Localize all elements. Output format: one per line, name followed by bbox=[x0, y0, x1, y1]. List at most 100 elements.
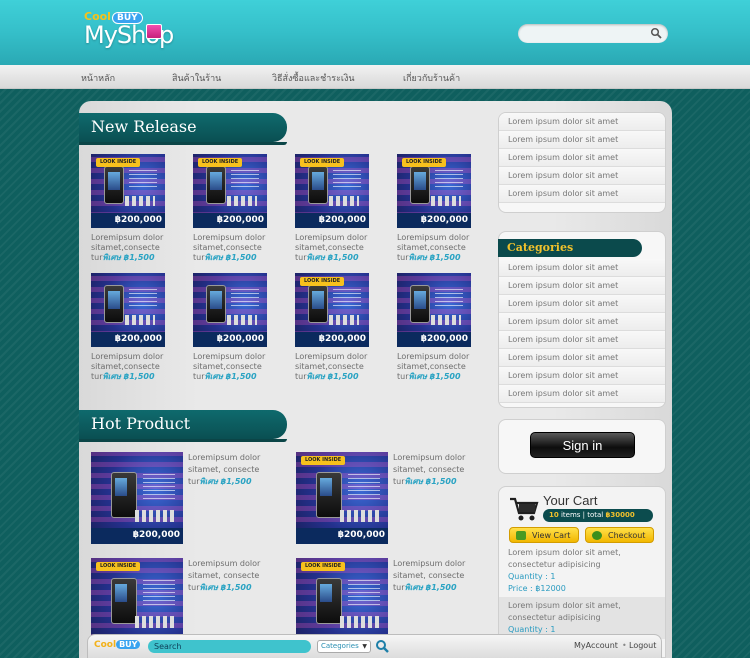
product-desc-line: sitamet,consecte bbox=[397, 362, 466, 371]
product-price-tag: ฿200,000 bbox=[397, 332, 471, 347]
cart-icon bbox=[510, 497, 539, 521]
category-item[interactable]: Lorem ipsum dolor sit amet bbox=[499, 277, 665, 295]
product-image[interactable]: LOOK INSIDE ฿200,000 bbox=[295, 273, 369, 347]
cart-summary-text: items | total bbox=[558, 511, 606, 519]
sidebar-link[interactable]: Lorem ipsum dolor sit amet bbox=[499, 113, 665, 131]
cart-summary: 10 items | total ฿30000 bbox=[543, 509, 653, 522]
product-sale-price: พิเศษ ฿1,500 bbox=[199, 477, 252, 486]
phone-graphic bbox=[111, 472, 137, 518]
cart-item-desc: consectetur adipisicing bbox=[508, 560, 601, 569]
money-icon bbox=[592, 531, 602, 540]
category-item[interactable]: Lorem ipsum dolor sit amet bbox=[499, 295, 665, 313]
product-image[interactable]: LOOK INSIDE ฿200,000 bbox=[296, 452, 388, 544]
category-item[interactable]: Lorem ipsum dolor sit amet bbox=[499, 367, 665, 385]
product-desc-line: Loremipsum dolor bbox=[393, 559, 466, 568]
product-image[interactable]: LOOK INSIDE ฿200,000 bbox=[295, 154, 369, 228]
search-input[interactable] bbox=[526, 26, 646, 41]
product-sale-price: พิเศษ ฿1,500 bbox=[404, 477, 457, 486]
phone-graphic bbox=[104, 285, 124, 323]
phone-graphic bbox=[308, 285, 328, 323]
product-desc-line: sitamet, consecte bbox=[188, 465, 260, 474]
product-desc-line: Loremipsum dolor bbox=[295, 233, 368, 242]
signin-button[interactable]: Sign in bbox=[530, 432, 635, 458]
product-sale-price: พิเศษ ฿1,500 bbox=[102, 372, 155, 381]
product-description: Loremipsum dolor sitamet,consecte turพิเ… bbox=[91, 352, 169, 382]
product-description: Loremipsum dolor sitamet,consecte turพิเ… bbox=[397, 233, 475, 263]
toolbar-logo-prefix: Cool bbox=[94, 640, 117, 650]
product-price-tag: ฿200,000 bbox=[91, 213, 165, 228]
sidebar-link[interactable]: Lorem ipsum dolor sit amet bbox=[499, 185, 665, 203]
product-desc-line: Loremipsum dolor bbox=[193, 233, 266, 242]
product-sale-price: พิเศษ ฿1,500 bbox=[204, 372, 257, 381]
product-sale-price: พิเศษ ฿1,500 bbox=[199, 583, 252, 592]
search-icon[interactable] bbox=[650, 27, 662, 39]
product-image[interactable]: LOOK INSIDE ฿200,000 bbox=[397, 154, 471, 228]
phone-graphic bbox=[206, 285, 226, 323]
category-item[interactable]: Lorem ipsum dolor sit amet bbox=[499, 259, 665, 277]
phone-graphic bbox=[316, 472, 342, 518]
product-card[interactable]: LOOK INSIDE ฿200,000 Loremipsum dolor si… bbox=[91, 154, 169, 263]
nav-item-how-to-order[interactable]: วิธีสั่งซื้อและชำระเงิน bbox=[272, 71, 355, 85]
product-description: Loremipsum dolor sitamet, consecte turพิ… bbox=[188, 452, 274, 488]
product-card[interactable]: ฿200,000 Loremipsum dolor sitamet,consec… bbox=[397, 273, 475, 382]
toolbar-search-input[interactable]: Search bbox=[148, 640, 311, 653]
toolbar-logo[interactable]: Cool BUY bbox=[94, 640, 141, 650]
category-select[interactable]: Categories ▼ bbox=[317, 640, 371, 653]
product-desc-line: Loremipsum dolor bbox=[397, 233, 470, 242]
product-card[interactable]: ฿200,000 Loremipsum dolor sitamet,consec… bbox=[91, 273, 169, 382]
accessory-graphic bbox=[125, 196, 155, 206]
product-image[interactable]: LOOK INSIDE ฿200,000 bbox=[193, 154, 267, 228]
category-item[interactable]: Lorem ipsum dolor sit amet bbox=[499, 349, 665, 367]
spec-lines-graphic bbox=[143, 580, 175, 606]
nav-item-products[interactable]: สินค้าในร้าน bbox=[172, 71, 221, 85]
product-desc-line: tur bbox=[193, 372, 205, 381]
accessory-graphic bbox=[431, 196, 461, 206]
accessory-graphic bbox=[329, 196, 359, 206]
product-card[interactable]: LOOK INSIDE ฿200,000 Loremipsum dolor si… bbox=[295, 273, 373, 382]
cart-item-price: Price : ฿12000 bbox=[508, 584, 566, 593]
hot-product-card[interactable]: LOOK INSIDE ฿200,000 Loremipsum dolor si… bbox=[296, 452, 486, 544]
search-icon[interactable] bbox=[375, 639, 389, 653]
view-cart-button[interactable]: View Cart bbox=[509, 527, 579, 543]
product-image[interactable]: ฿200,000 bbox=[91, 452, 183, 544]
product-sale-price: พิเศษ ฿1,500 bbox=[306, 372, 359, 381]
product-desc-line: Loremipsum dolor bbox=[188, 453, 261, 462]
spec-lines-graphic bbox=[333, 289, 361, 309]
categories-title: Categories bbox=[498, 239, 642, 257]
sidebar-link[interactable]: Lorem ipsum dolor sit amet bbox=[499, 131, 665, 149]
product-card[interactable]: LOOK INSIDE ฿200,000 Loremipsum dolor si… bbox=[193, 154, 271, 263]
spec-lines-graphic bbox=[333, 170, 361, 190]
accessory-graphic bbox=[340, 616, 380, 628]
product-sale-price: พิเศษ ฿1,500 bbox=[204, 253, 257, 262]
product-image[interactable]: ฿200,000 bbox=[397, 273, 471, 347]
bottom-toolbar: Cool BUY Search Categories ▼ MyAccount • … bbox=[87, 634, 662, 658]
product-image[interactable]: ฿200,000 bbox=[193, 273, 267, 347]
product-desc-line: tur bbox=[295, 253, 307, 262]
section-title-new-release: New Release bbox=[79, 113, 287, 145]
product-card[interactable]: LOOK INSIDE ฿200,000 Loremipsum dolor si… bbox=[295, 154, 373, 263]
sidebar-link[interactable]: Lorem ipsum dolor sit amet bbox=[499, 149, 665, 167]
category-item[interactable]: Lorem ipsum dolor sit amet bbox=[499, 313, 665, 331]
checkout-button[interactable]: Checkout bbox=[585, 527, 654, 543]
product-image[interactable]: ฿200,000 bbox=[91, 273, 165, 347]
look-inside-badge: LOOK INSIDE bbox=[301, 456, 346, 465]
hot-product-card[interactable]: ฿200,000 Loremipsum dolor sitamet, conse… bbox=[91, 452, 281, 544]
my-account-link[interactable]: MyAccount bbox=[574, 641, 618, 650]
product-image[interactable]: LOOK INSIDE ฿200,000 bbox=[91, 154, 165, 228]
product-card[interactable]: ฿200,000 Loremipsum dolor sitamet,consec… bbox=[193, 273, 271, 382]
product-price-tag: ฿200,000 bbox=[397, 213, 471, 228]
product-card[interactable]: LOOK INSIDE ฿200,000 Loremipsum dolor si… bbox=[397, 154, 475, 263]
product-desc-line: Loremipsum dolor bbox=[91, 352, 164, 361]
nav-item-home[interactable]: หน้าหลัก bbox=[81, 71, 115, 85]
sidebar-link[interactable]: Lorem ipsum dolor sit amet bbox=[499, 167, 665, 185]
category-item[interactable]: Lorem ipsum dolor sit amet bbox=[499, 331, 665, 349]
product-description: Loremipsum dolor sitamet,consecte turพิเ… bbox=[295, 352, 373, 382]
look-inside-badge: LOOK INSIDE bbox=[300, 277, 345, 286]
spec-lines-graphic bbox=[231, 289, 259, 309]
nav-item-about[interactable]: เกี่ยวกับร้านค้า bbox=[403, 71, 460, 85]
site-logo[interactable]: Cool BUY MyShop bbox=[84, 10, 194, 50]
logout-link[interactable]: Logout bbox=[629, 641, 656, 650]
category-item[interactable]: Lorem ipsum dolor sit amet bbox=[499, 385, 665, 403]
product-desc-line: sitamet,consecte bbox=[397, 243, 466, 252]
product-desc-line: Loremipsum dolor bbox=[393, 453, 466, 462]
